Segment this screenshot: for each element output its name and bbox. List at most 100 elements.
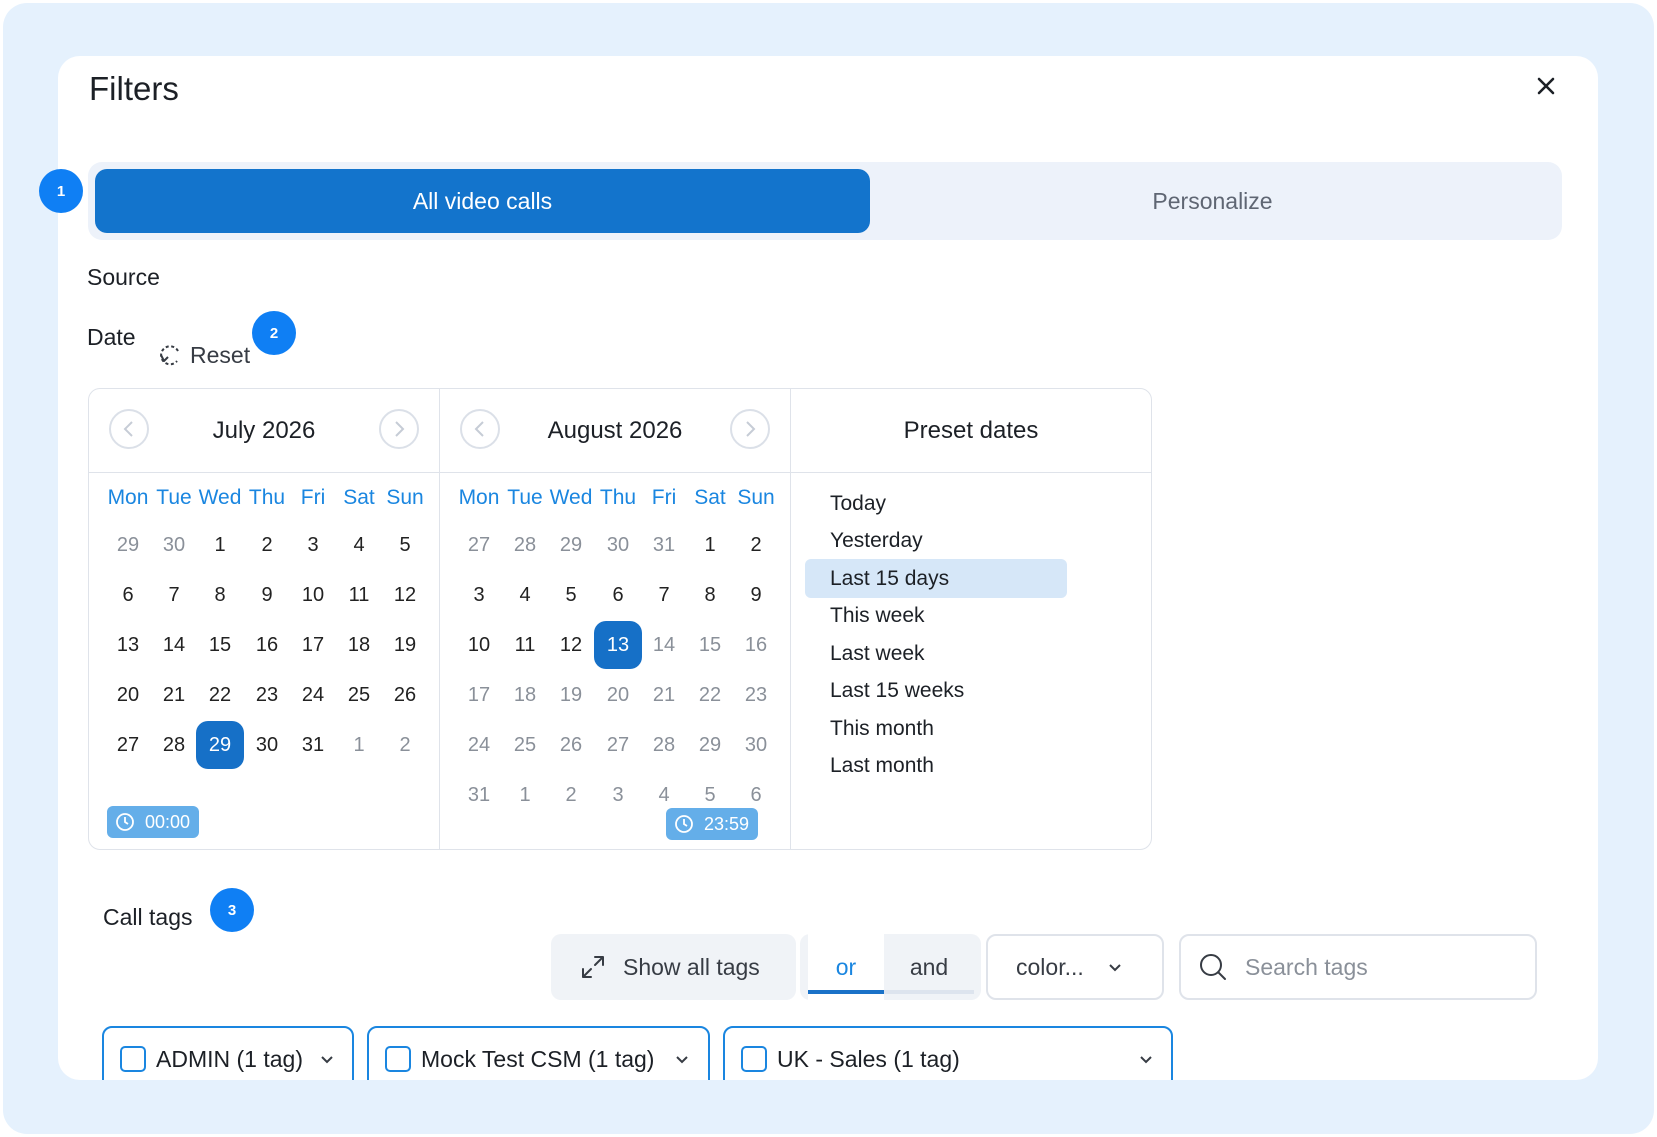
tag-group-checkbox[interactable] bbox=[741, 1046, 767, 1072]
calendar-day[interactable]: 27 bbox=[594, 721, 642, 769]
calendar-day[interactable]: 10 bbox=[289, 571, 337, 619]
search-tags-input[interactable] bbox=[1245, 953, 1505, 981]
tab-all-video-calls[interactable]: All video calls bbox=[95, 169, 870, 233]
next-month-button[interactable] bbox=[730, 409, 770, 449]
calendar-day[interactable]: 23 bbox=[243, 671, 291, 719]
calendar-day[interactable]: 6 bbox=[104, 571, 152, 619]
tag-group-checkbox[interactable] bbox=[120, 1046, 146, 1072]
calendar-day[interactable]: 11 bbox=[335, 571, 383, 619]
calendar-day[interactable]: 19 bbox=[547, 671, 595, 719]
tag-group-checkbox[interactable] bbox=[385, 1046, 411, 1072]
calendar-day[interactable]: 7 bbox=[640, 571, 688, 619]
calendar-day[interactable]: 14 bbox=[150, 621, 198, 669]
calendar-day[interactable]: 3 bbox=[594, 771, 642, 819]
calendar-day[interactable]: 12 bbox=[381, 571, 429, 619]
calendar-day[interactable]: 15 bbox=[686, 621, 734, 669]
calendar-day-selected[interactable]: 29 bbox=[196, 721, 244, 769]
calendar-day[interactable]: 10 bbox=[455, 621, 503, 669]
calendar-day[interactable]: 30 bbox=[150, 521, 198, 569]
calendar-day[interactable]: 28 bbox=[501, 521, 549, 569]
calendar-day[interactable]: 31 bbox=[455, 771, 503, 819]
calendar-day[interactable]: 1 bbox=[196, 521, 244, 569]
preset-item[interactable]: Yesterday bbox=[805, 522, 1067, 561]
calendar-day[interactable]: 19 bbox=[381, 621, 429, 669]
tag-group-mock-test-csm[interactable]: Mock Test CSM (1 tag) bbox=[367, 1026, 710, 1080]
calendar-day[interactable]: 9 bbox=[243, 571, 291, 619]
preset-item[interactable]: Last 15 weeks bbox=[805, 672, 1067, 711]
calendar-day[interactable]: 20 bbox=[594, 671, 642, 719]
calendar-day[interactable]: 9 bbox=[732, 571, 780, 619]
calendar-day[interactable]: 30 bbox=[732, 721, 780, 769]
calendar-day[interactable]: 2 bbox=[547, 771, 595, 819]
tag-group-admin[interactable]: ADMIN (1 tag) bbox=[102, 1026, 354, 1080]
calendar-day[interactable]: 4 bbox=[335, 521, 383, 569]
calendar-day[interactable]: 5 bbox=[381, 521, 429, 569]
calendar-day[interactable]: 1 bbox=[335, 721, 383, 769]
color-select[interactable]: color... bbox=[986, 934, 1164, 1000]
calendar-day[interactable]: 25 bbox=[501, 721, 549, 769]
tag-group-uk-sales[interactable]: UK - Sales (1 tag) bbox=[723, 1026, 1173, 1080]
calendar-day[interactable]: 28 bbox=[150, 721, 198, 769]
calendar-day[interactable]: 28 bbox=[640, 721, 688, 769]
preset-item[interactable]: This month bbox=[805, 709, 1067, 748]
calendar-day[interactable]: 1 bbox=[686, 521, 734, 569]
prev-month-button[interactable] bbox=[109, 409, 149, 449]
calendar-day[interactable]: 23 bbox=[732, 671, 780, 719]
calendar-day[interactable]: 17 bbox=[289, 621, 337, 669]
calendar-day[interactable]: 13 bbox=[104, 621, 152, 669]
calendar-day[interactable]: 2 bbox=[381, 721, 429, 769]
calendar-day[interactable]: 7 bbox=[150, 571, 198, 619]
calendar-day[interactable]: 4 bbox=[501, 571, 549, 619]
calendar-day[interactable]: 25 bbox=[335, 671, 383, 719]
calendar-day[interactable]: 3 bbox=[455, 571, 503, 619]
calendar-day[interactable]: 30 bbox=[243, 721, 291, 769]
calendar-day[interactable]: 18 bbox=[335, 621, 383, 669]
calendar-day[interactable]: 2 bbox=[243, 521, 291, 569]
calendar-day[interactable]: 21 bbox=[640, 671, 688, 719]
calendar-day[interactable]: 17 bbox=[455, 671, 503, 719]
calendar-day[interactable]: 16 bbox=[732, 621, 780, 669]
calendar-day[interactable]: 2 bbox=[732, 521, 780, 569]
calendar-day[interactable]: 24 bbox=[455, 721, 503, 769]
calendar-day[interactable]: 1 bbox=[501, 771, 549, 819]
next-month-button[interactable] bbox=[379, 409, 419, 449]
calendar-day[interactable]: 22 bbox=[196, 671, 244, 719]
calendar-day-selected[interactable]: 13 bbox=[594, 621, 642, 669]
calendar-day[interactable]: 22 bbox=[686, 671, 734, 719]
calendar-day[interactable]: 26 bbox=[381, 671, 429, 719]
calendar-day[interactable]: 24 bbox=[289, 671, 337, 719]
calendar-day[interactable]: 12 bbox=[547, 621, 595, 669]
calendar-day[interactable]: 29 bbox=[104, 521, 152, 569]
calendar-day[interactable]: 29 bbox=[547, 521, 595, 569]
show-all-tags-button[interactable]: Show all tags bbox=[551, 934, 796, 1000]
calendar-day[interactable]: 6 bbox=[594, 571, 642, 619]
calendar-day[interactable]: 5 bbox=[547, 571, 595, 619]
preset-item[interactable]: Last 15 days bbox=[805, 559, 1067, 598]
calendar-day[interactable]: 31 bbox=[289, 721, 337, 769]
calendar-day[interactable]: 8 bbox=[686, 571, 734, 619]
prev-month-button[interactable] bbox=[460, 409, 500, 449]
calendar-day[interactable]: 29 bbox=[686, 721, 734, 769]
calendar-day[interactable]: 20 bbox=[104, 671, 152, 719]
preset-item[interactable]: Last month bbox=[805, 747, 1067, 786]
end-time-chip[interactable]: 23:59 bbox=[666, 808, 759, 840]
preset-item[interactable]: Last week bbox=[805, 634, 1067, 673]
calendar-day[interactable]: 27 bbox=[455, 521, 503, 569]
preset-item[interactable]: Today bbox=[805, 484, 1067, 523]
calendar-day[interactable]: 16 bbox=[243, 621, 291, 669]
calendar-day[interactable]: 31 bbox=[640, 521, 688, 569]
calendar-day[interactable]: 27 bbox=[104, 721, 152, 769]
calendar-day[interactable]: 15 bbox=[196, 621, 244, 669]
calendar-day[interactable]: 21 bbox=[150, 671, 198, 719]
calendar-day[interactable]: 14 bbox=[640, 621, 688, 669]
tab-personalize[interactable]: Personalize bbox=[870, 169, 1555, 233]
calendar-day[interactable]: 3 bbox=[289, 521, 337, 569]
preset-item[interactable]: This week bbox=[805, 597, 1067, 636]
calendar-day[interactable]: 8 bbox=[196, 571, 244, 619]
calendar-day[interactable]: 11 bbox=[501, 621, 549, 669]
close-button[interactable] bbox=[1528, 68, 1564, 104]
calendar-day[interactable]: 26 bbox=[547, 721, 595, 769]
search-tags-field[interactable] bbox=[1179, 934, 1537, 1000]
start-time-chip[interactable]: 00:00 bbox=[107, 806, 200, 838]
date-reset-button[interactable]: Reset bbox=[158, 338, 250, 372]
